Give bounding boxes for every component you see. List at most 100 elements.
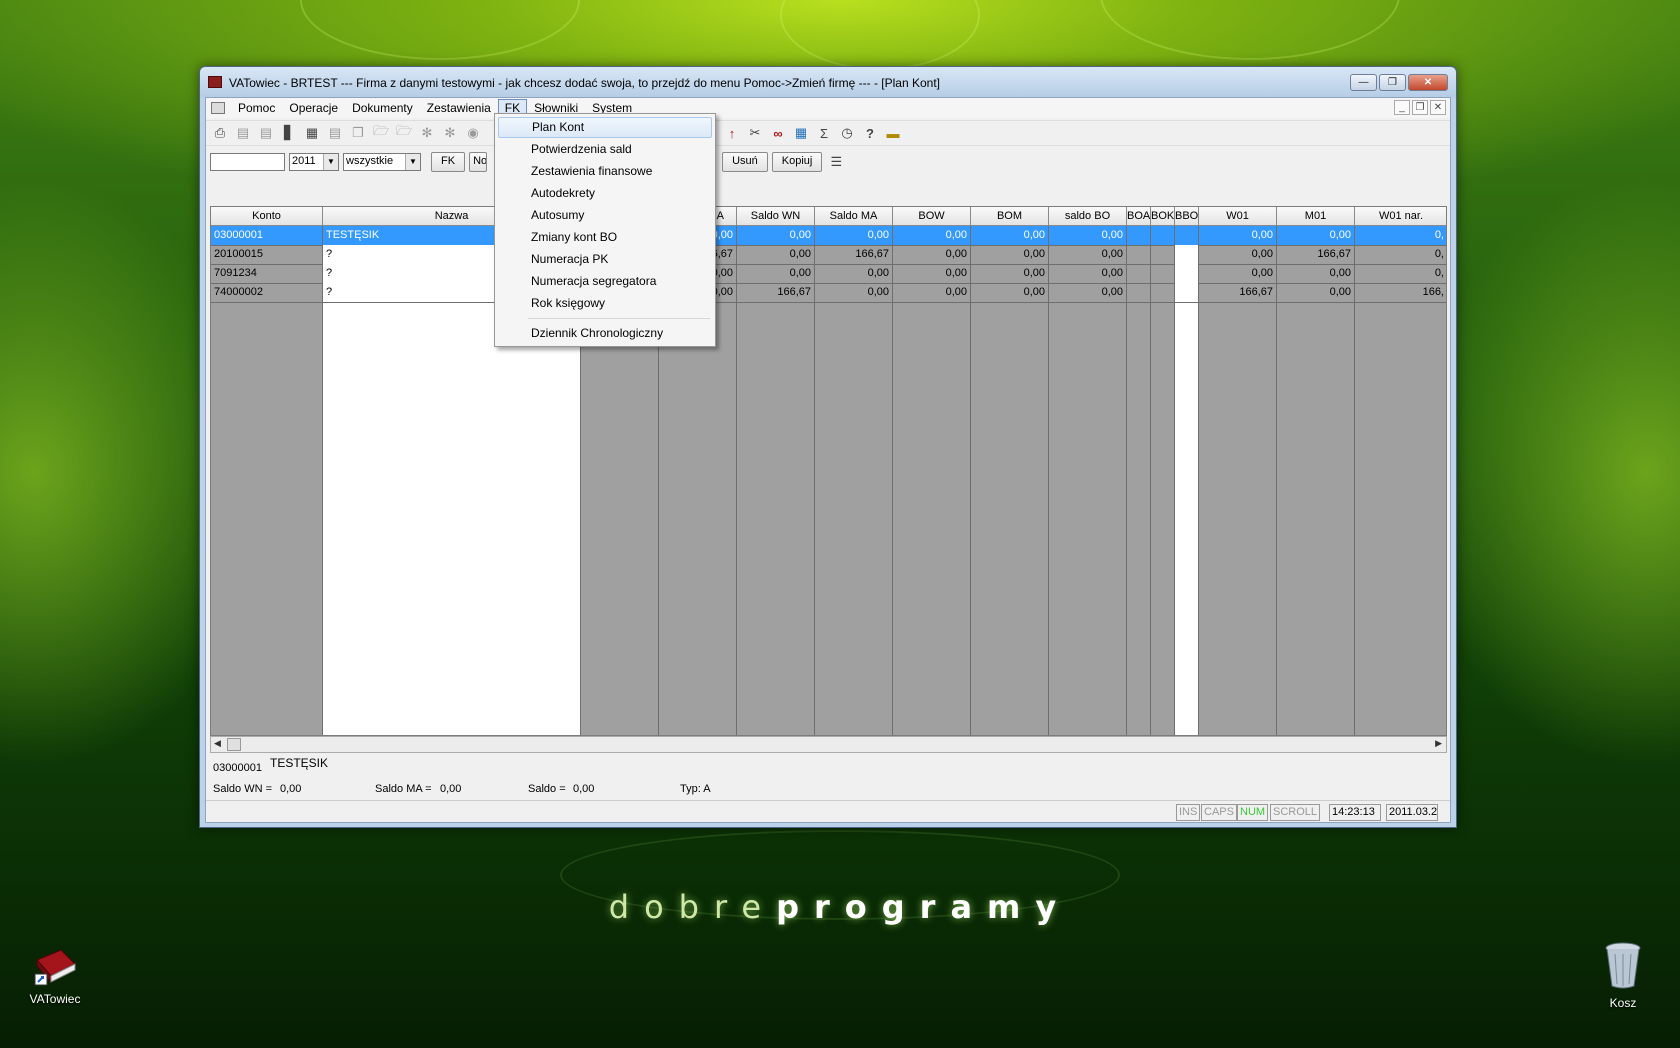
table-row[interactable]: 03000001 TESTĘSIK 0,00 0,00 0,00 0,00 0,00 0,00… bbox=[211, 226, 1446, 246]
header-boa[interactable]: BOA bbox=[1127, 207, 1151, 226]
list-icon[interactable]: ☰ bbox=[826, 152, 846, 172]
table-cell[interactable]: 166,67 bbox=[1199, 283, 1277, 302]
table-cell[interactable]: 0, bbox=[1355, 226, 1446, 245]
table-cell[interactable]: 0,00 bbox=[1049, 245, 1127, 264]
table-cell[interactable]: 166,67 bbox=[815, 245, 893, 264]
scope-select[interactable]: wszystkie ▼ bbox=[343, 153, 421, 171]
mdi-restore-button[interactable]: ❐ bbox=[1412, 100, 1428, 115]
fk-menu-zestawienia-finansowe[interactable]: Zestawienia finansowe bbox=[498, 161, 712, 182]
table-cell[interactable]: 0,00 bbox=[1277, 264, 1355, 283]
fk-menu-potwierdzenia-sald[interactable]: Potwierdzenia sald bbox=[498, 139, 712, 160]
table-cell[interactable]: 0,00 bbox=[1049, 226, 1127, 245]
menu-operacje[interactable]: Operacje bbox=[282, 99, 345, 117]
fk-menu-rok-ksiegowy[interactable]: Rok księgowy bbox=[498, 293, 712, 314]
table-cell[interactable] bbox=[1175, 226, 1199, 245]
header-saldo-wn[interactable]: Saldo WN bbox=[737, 207, 815, 226]
delete-button[interactable]: Usuń bbox=[722, 152, 768, 172]
menu-zestawienia[interactable]: Zestawienia bbox=[420, 99, 498, 117]
header-bom[interactable]: BOM bbox=[971, 207, 1049, 226]
scroll-left-icon[interactable]: ◀ bbox=[214, 738, 221, 749]
title-bar[interactable]: VATowiec - BRTEST --- Firma z danymi tes… bbox=[200, 67, 1456, 97]
fk-button[interactable]: FK bbox=[431, 152, 466, 172]
table-cell[interactable]: 0,00 bbox=[971, 226, 1049, 245]
header-bok[interactable]: BOK bbox=[1151, 207, 1175, 226]
table-cell[interactable]: 0,00 bbox=[1199, 226, 1277, 245]
fk-menu-numeracja-pk[interactable]: Numeracja PK bbox=[498, 249, 712, 270]
print-icon[interactable]: ⎙ bbox=[210, 123, 230, 143]
clock-icon[interactable]: ◷ bbox=[837, 123, 857, 143]
header-saldo-bo[interactable]: saldo BO bbox=[1049, 207, 1127, 226]
header-saldo-ma[interactable]: Saldo MA bbox=[815, 207, 893, 226]
desktop-icon-recycle-bin[interactable]: Kosz bbox=[1578, 942, 1668, 1010]
table-cell[interactable]: 0,00 bbox=[1277, 283, 1355, 302]
folder-icon[interactable]: 🗁 bbox=[394, 123, 414, 143]
link-icon[interactable]: ∞ bbox=[768, 123, 788, 143]
desktop-icon-vatowiec[interactable]: VATowiec bbox=[10, 946, 100, 1006]
fk-menu-autodekrety[interactable]: Autodekrety bbox=[498, 183, 712, 204]
clipboard-icon[interactable]: ▤ bbox=[256, 123, 276, 143]
copy-button[interactable]: Kopiuj bbox=[771, 152, 823, 172]
scroll-right-icon[interactable]: ▶ bbox=[1435, 738, 1442, 749]
fk-menu-autosumy[interactable]: Autosumy bbox=[498, 205, 712, 226]
table-cell[interactable]: 0,00 bbox=[893, 226, 971, 245]
table-cell[interactable]: 0,00 bbox=[971, 264, 1049, 283]
table-cell[interactable]: 7091234 bbox=[211, 264, 323, 283]
tools-icon[interactable]: ✻ bbox=[417, 123, 437, 143]
accounts-grid[interactable]: Konto Nazwa Obroty MA Saldo WN Saldo MA … bbox=[210, 206, 1447, 736]
table-cell[interactable]: 0,00 bbox=[893, 283, 971, 302]
table-cell[interactable] bbox=[1151, 283, 1175, 302]
fk-menu-zmiany-kont-bo[interactable]: Zmiany kont BO bbox=[498, 227, 712, 248]
document-list-icon[interactable]: ▤ bbox=[233, 123, 253, 143]
scissors-icon[interactable]: ✂ bbox=[745, 123, 765, 143]
table-cell[interactable]: 0,00 bbox=[1199, 245, 1277, 264]
table-cell[interactable]: 0,00 bbox=[815, 264, 893, 283]
header-m01[interactable]: M01 bbox=[1277, 207, 1355, 226]
table-cell[interactable] bbox=[1127, 226, 1151, 245]
table-cell[interactable] bbox=[1127, 245, 1151, 264]
document-icon[interactable] bbox=[211, 102, 225, 114]
table-cell[interactable] bbox=[1175, 245, 1199, 264]
table-cell[interactable] bbox=[1151, 264, 1175, 283]
fk-menu-dziennik-chronologiczny[interactable]: Dziennik Chronologiczny bbox=[498, 323, 712, 344]
table-row[interactable]: 7091234? 0,00 0,00 0,00 0,00 0,00 0,00 0,00 0,00… bbox=[211, 264, 1446, 284]
table-cell[interactable]: 0,00 bbox=[1049, 264, 1127, 283]
sum-icon[interactable]: Σ bbox=[814, 123, 834, 143]
table-cell[interactable]: 0,00 bbox=[815, 226, 893, 245]
header-bow[interactable]: BOW bbox=[893, 207, 971, 226]
menu-pomoc[interactable]: Pomoc bbox=[231, 99, 282, 117]
header-bbo[interactable]: BBO bbox=[1175, 207, 1199, 226]
card-icon[interactable]: ▬ bbox=[883, 123, 903, 143]
table-cell[interactable]: 0,00 bbox=[893, 264, 971, 283]
horizontal-scrollbar[interactable]: ◀ ▶ bbox=[210, 736, 1447, 753]
sort-descending-icon[interactable]: ↑ bbox=[722, 123, 742, 143]
table-cell[interactable] bbox=[1127, 283, 1151, 302]
report-icon[interactable]: ▤ bbox=[325, 123, 345, 143]
header-konto[interactable]: Konto bbox=[211, 207, 323, 226]
table-cell[interactable]: 0, bbox=[1355, 264, 1446, 283]
table-cell[interactable]: 0,00 bbox=[737, 226, 815, 245]
open-folder-icon[interactable]: 🗁 bbox=[371, 123, 391, 143]
bar-chart-icon[interactable]: ▋ bbox=[279, 123, 299, 143]
table-cell[interactable] bbox=[1175, 264, 1199, 283]
new-button[interactable]: Nowy bbox=[469, 152, 488, 172]
menu-dokumenty[interactable]: Dokumenty bbox=[345, 99, 420, 117]
table-cell[interactable]: 0,00 bbox=[1199, 264, 1277, 283]
restore-button[interactable]: ❐ bbox=[1379, 74, 1406, 91]
fk-menu-plan-kont[interactable]: Plan Kont bbox=[498, 117, 712, 138]
table-cell[interactable]: 20100015 bbox=[211, 245, 323, 264]
copy-icon[interactable]: ❐ bbox=[348, 123, 368, 143]
mdi-minimize-button[interactable]: _ bbox=[1394, 100, 1410, 115]
table-cell[interactable]: 0,00 bbox=[815, 283, 893, 302]
mdi-close-button[interactable]: ✕ bbox=[1430, 100, 1446, 115]
table-cell[interactable]: 166, bbox=[1355, 283, 1446, 302]
wand-icon[interactable]: ✻ bbox=[440, 123, 460, 143]
table-cell[interactable]: 0,00 bbox=[737, 264, 815, 283]
table-cell[interactable]: 03000001 bbox=[211, 226, 323, 245]
calculator-icon[interactable]: ▦ bbox=[302, 123, 322, 143]
year-select[interactable]: 2011 ▼ bbox=[289, 153, 339, 171]
table-cell[interactable]: 0, bbox=[1355, 245, 1446, 264]
table-cell[interactable]: 0,00 bbox=[1277, 226, 1355, 245]
help-icon[interactable]: ? bbox=[860, 123, 880, 143]
table-cell[interactable]: 0,00 bbox=[737, 245, 815, 264]
table-cell[interactable] bbox=[1151, 245, 1175, 264]
